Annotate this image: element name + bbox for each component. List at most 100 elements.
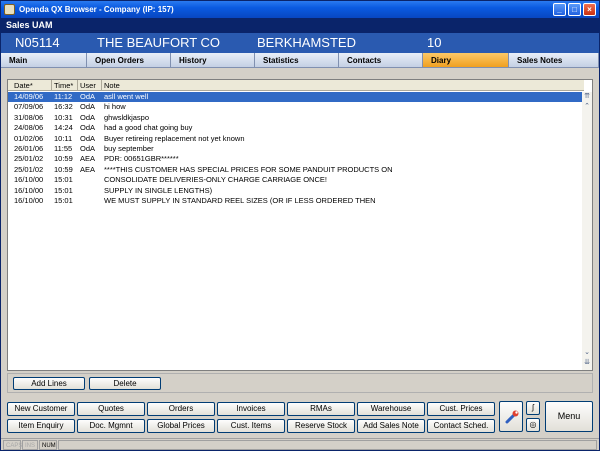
tools-button[interactable] <box>499 401 523 432</box>
cell-note: had a good chat going buy <box>104 123 193 133</box>
cell-date: 16/10/00 <box>14 185 44 195</box>
app-window: Openda QX Browser - Company (IP: 157) _ … <box>0 0 600 451</box>
tab-open-orders[interactable]: Open Orders <box>87 53 171 68</box>
scroll-top-icon[interactable]: ⇈ <box>582 92 592 102</box>
cell-note: buy september <box>104 143 154 153</box>
account-code: N05114 <box>15 35 60 50</box>
tab-main[interactable]: Main <box>1 53 87 68</box>
tab-diary[interactable]: Diary <box>423 53 509 68</box>
cust-items-button[interactable]: Cust. Items <box>217 419 285 433</box>
cell-date: 31/08/06 <box>14 112 44 122</box>
account-number: 10 <box>427 35 442 50</box>
company-town: BERKHAMSTED <box>257 35 356 50</box>
invoices-button[interactable]: Invoices <box>217 402 285 416</box>
cell-user: OdA <box>80 143 96 153</box>
close-button[interactable]: × <box>583 3 596 16</box>
cell-time: 11:55 <box>54 143 73 153</box>
title-bar[interactable]: Openda QX Browser - Company (IP: 157) _ … <box>1 1 599 18</box>
bottom-nav: New Customer Quotes Orders Invoices RMAs… <box>5 399 597 435</box>
table-row[interactable]: 26/01/06 11:55 OdA buy september <box>8 144 584 154</box>
tab-statistics[interactable]: Statistics <box>255 53 339 68</box>
col-user[interactable]: User <box>78 80 102 91</box>
account-info-bar: N05114 THE BEAUFORT CO BERKHAMSTED 10 <box>1 33 599 53</box>
table-row[interactable]: 14/09/06 11:12 OdA asll went well <box>8 92 584 103</box>
contact-sched-button[interactable]: Contact Sched. <box>427 419 495 433</box>
cell-time: 10:11 <box>54 133 73 143</box>
scroll-down-icon[interactable]: ⌄ <box>582 348 592 358</box>
cust-prices-button[interactable]: Cust. Prices <box>427 402 495 416</box>
doc-mgmnt-button[interactable]: Doc. Mgmnt <box>77 419 145 433</box>
table-row[interactable]: 31/08/06 10:31 OdA ghwsldkjaspo <box>8 113 584 123</box>
table-row[interactable]: 07/09/06 16:32 OdA hi how <box>8 102 584 112</box>
reserve-stock-button[interactable]: Reserve Stock <box>287 419 355 433</box>
cell-user: AEA <box>80 154 96 164</box>
cell-time: 11:12 <box>54 92 73 101</box>
minimize-button[interactable]: _ <box>553 3 566 16</box>
cell-time: 16:32 <box>54 102 73 112</box>
cell-note: ****THIS CUSTOMER HAS SPECIAL PRICES FOR… <box>104 164 393 174</box>
settings-button[interactable]: ◎ <box>526 418 540 432</box>
table-row[interactable]: 16/10/00 15:01 CONSOLIDATE DELIVERIES-ONLY… <box>8 175 584 185</box>
tab-strip: Main Open Orders History Statistics Cont… <box>1 53 599 68</box>
caps-indicator: CAPS <box>3 440 22 450</box>
add-lines-button[interactable]: Add Lines <box>13 377 85 390</box>
maximize-button[interactable]: □ <box>568 3 581 16</box>
cell-time: 14:24 <box>54 123 73 133</box>
scroll-up-icon[interactable]: ⌃ <box>582 102 592 112</box>
add-sales-note-button[interactable]: Add Sales Note <box>357 419 425 433</box>
new-customer-button[interactable]: New Customer <box>7 402 75 416</box>
grid-header: Date* Time* User Note <box>8 80 584 91</box>
diary-grid: Date* Time* User Note 14/09/06 11:12 OdA as… <box>7 79 593 371</box>
table-row[interactable]: 24/08/06 14:24 OdA had a good chat going bu… <box>8 123 584 133</box>
col-time[interactable]: Time* <box>52 80 78 91</box>
cell-time: 15:01 <box>54 185 73 195</box>
delete-button[interactable]: Delete <box>89 377 161 390</box>
cell-time: 15:01 <box>54 195 73 205</box>
ins-indicator: INS <box>22 440 38 450</box>
cell-date: 16/10/00 <box>14 195 44 205</box>
table-row[interactable]: 25/01/02 10:59 AEA ****THIS CUSTOMER HAS SP… <box>8 165 584 175</box>
vertical-scrollbar[interactable]: ⇈ ⌃ ⌄ ⇊ <box>582 92 592 370</box>
cell-user: OdA <box>80 123 96 133</box>
quick-tool-button[interactable]: ʃ <box>526 401 540 415</box>
cell-date: 01/02/06 <box>14 133 44 143</box>
cell-date: 14/09/06 <box>14 92 44 101</box>
cell-date: 25/01/02 <box>14 154 44 164</box>
tab-contacts[interactable]: Contacts <box>339 53 423 68</box>
rmas-button[interactable]: RMAs <box>287 402 355 416</box>
cell-note: Buyer retireing replacement not yet know… <box>104 133 245 143</box>
cell-note: WE MUST SUPPLY IN STANDARD REEL SIZES (O… <box>104 195 376 205</box>
col-date[interactable]: Date* <box>12 80 52 91</box>
cell-note: CONSOLIDATE DELIVERIES-ONLY CHARGE CARRI… <box>104 175 327 185</box>
col-note[interactable]: Note <box>102 80 584 91</box>
app-icon <box>4 4 15 15</box>
table-row[interactable]: 25/01/02 10:59 AEA PDR: 00651GBR****** <box>8 154 584 164</box>
cell-note: hi how <box>104 102 126 112</box>
tab-sales-notes[interactable]: Sales Notes <box>509 53 599 68</box>
item-enquiry-button[interactable]: Item Enquiry <box>7 419 75 433</box>
table-row[interactable]: 16/10/00 15:01 WE MUST SUPPLY IN STANDARD … <box>8 196 584 206</box>
tab-history[interactable]: History <box>171 53 255 68</box>
cell-note: ghwsldkjaspo <box>104 112 150 122</box>
num-indicator: NUM <box>39 440 57 450</box>
quotes-button[interactable]: Quotes <box>77 402 145 416</box>
warehouse-button[interactable]: Warehouse <box>357 402 425 416</box>
cell-user: OdA <box>80 112 96 122</box>
global-prices-button[interactable]: Global Prices <box>147 419 215 433</box>
cell-user: AEA <box>80 164 96 174</box>
cell-date: 26/01/06 <box>14 143 44 153</box>
grid-rows: 14/09/06 11:12 OdA asll went well 07/09/06 16… <box>8 92 584 206</box>
cell-time: 10:31 <box>54 112 73 122</box>
cell-user: OdA <box>80 92 96 101</box>
status-message <box>58 440 597 450</box>
table-row[interactable]: 01/02/06 10:11 OdA Buyer retireing replacem… <box>8 134 584 144</box>
cell-note: SUPPLY IN SINGLE LENGTHS) <box>104 185 213 195</box>
company-name: THE BEAUFORT CO <box>97 35 221 50</box>
menu-button[interactable]: Menu <box>545 401 593 432</box>
cell-time: 10:59 <box>54 154 73 164</box>
grid-button-bar: Add Lines Delete <box>7 373 593 393</box>
scroll-bottom-icon[interactable]: ⇊ <box>582 358 592 368</box>
table-row[interactable]: 16/10/00 15:01 SUPPLY IN SINGLE LENGTHS) <box>8 186 584 196</box>
cell-note: asll went well <box>104 92 149 101</box>
orders-button[interactable]: Orders <box>147 402 215 416</box>
